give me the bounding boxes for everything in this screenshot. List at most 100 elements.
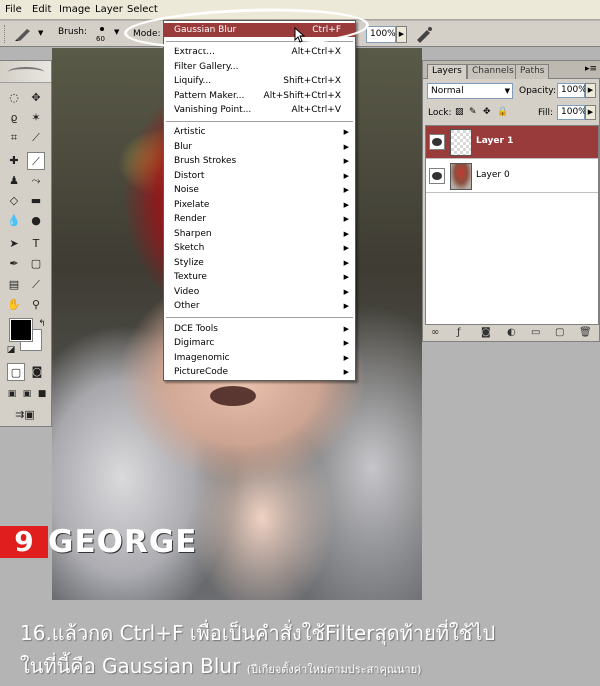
menu-separator bbox=[166, 121, 353, 122]
menu-item-texture[interactable]: Texture ▶ bbox=[164, 270, 355, 284]
menu-item-filter-gallery[interactable]: Filter Gallery... bbox=[164, 60, 355, 74]
blend-mode-dropdown-icon[interactable]: ▼ bbox=[505, 84, 510, 98]
menu-item-pattern-maker[interactable]: Pattern Maker... Alt+Shift+Ctrl+X bbox=[164, 89, 355, 103]
menu-item-noise[interactable]: Noise ▶ bbox=[164, 183, 355, 197]
pen-tool-icon[interactable]: ✒ bbox=[5, 255, 23, 273]
menu-item-imagenomic[interactable]: Imagenomic ▶ bbox=[164, 351, 355, 365]
jump-to-imageready-icon[interactable]: ⇉▣ bbox=[5, 406, 45, 424]
new-group-icon[interactable]: ▭ bbox=[531, 327, 540, 338]
swap-colors-icon[interactable]: ↰ bbox=[33, 315, 51, 333]
layer1-visibility-eye-icon[interactable] bbox=[429, 134, 445, 150]
lock-all-icon[interactable]: 🔒 bbox=[497, 107, 508, 117]
link-layers-icon[interactable]: ∞ bbox=[431, 327, 439, 338]
menu-item-liquify[interactable]: Liquify... Shift+Ctrl+X bbox=[164, 74, 355, 88]
lock-transparency-icon[interactable]: ▨ bbox=[455, 107, 464, 117]
tab-layers[interactable]: Layers bbox=[427, 64, 467, 79]
menu-item-digimarc[interactable]: Digimarc ▶ bbox=[164, 336, 355, 350]
menu-item-shortcut: Shift+Ctrl+X bbox=[283, 76, 341, 86]
menu-item-video[interactable]: Video ▶ bbox=[164, 285, 355, 299]
brush-tool-icon[interactable] bbox=[14, 26, 36, 42]
options-grip[interactable] bbox=[4, 25, 8, 43]
menu-item-other[interactable]: Other ▶ bbox=[164, 299, 355, 313]
brush-size-dropdown-icon[interactable]: ▼ bbox=[114, 28, 119, 36]
airbrush-icon[interactable] bbox=[413, 25, 435, 43]
logo-word: GEORGE bbox=[48, 524, 198, 560]
hand-tool-icon[interactable]: ✋ bbox=[5, 296, 23, 314]
tab-paths[interactable]: Paths bbox=[515, 64, 550, 79]
menu-item-sketch[interactable]: Sketch ▶ bbox=[164, 241, 355, 255]
menu-item-picturecode[interactable]: PictureCode ▶ bbox=[164, 365, 355, 379]
layer1-name[interactable]: Layer 1 bbox=[476, 136, 513, 146]
lock-position-icon[interactable]: ✥ bbox=[483, 107, 491, 117]
delete-layer-icon[interactable]: 🗑 bbox=[579, 327, 592, 338]
flow-spinner-icon[interactable]: ▶ bbox=[396, 26, 407, 43]
menu-layer[interactable]: Layer bbox=[95, 4, 123, 15]
menu-item-sharpen[interactable]: Sharpen ▶ bbox=[164, 227, 355, 241]
path-selection-icon[interactable]: ➤ bbox=[5, 235, 23, 253]
layer-row-layer1[interactable]: Layer 1 bbox=[426, 126, 598, 159]
default-colors-icon[interactable]: ◪ bbox=[2, 341, 20, 359]
notes-tool-icon[interactable]: ▤ bbox=[5, 276, 23, 294]
history-brush-icon[interactable]: ⤳ bbox=[27, 172, 45, 190]
screen-mode-full-icon[interactable]: ■ bbox=[33, 385, 51, 403]
menu-select[interactable]: Select bbox=[127, 4, 158, 15]
brush-tool-button-icon[interactable]: ⟋ bbox=[27, 152, 45, 170]
menu-item-shortcut: Alt+Shift+Ctrl+X bbox=[263, 91, 341, 101]
submenu-arrow-icon: ▶ bbox=[343, 172, 349, 180]
layer-style-icon[interactable]: ƒ bbox=[457, 327, 461, 338]
menu-item-dce-tools[interactable]: DCE Tools ▶ bbox=[164, 322, 355, 336]
blend-mode-select[interactable]: Normal ▼ bbox=[427, 83, 513, 99]
magic-wand-icon[interactable]: ✶ bbox=[27, 109, 45, 127]
crop-tool-icon[interactable]: ⌗ bbox=[5, 129, 23, 147]
lasso-tool-icon[interactable]: ϱ bbox=[5, 109, 23, 127]
healing-brush-icon[interactable]: ✚ bbox=[5, 152, 23, 170]
menu-item-distort[interactable]: Distort ▶ bbox=[164, 169, 355, 183]
eyedropper-icon[interactable]: ⟋ bbox=[27, 276, 45, 294]
opacity-spinner-icon[interactable]: ▶ bbox=[585, 83, 596, 98]
menu-item-vanishing-point[interactable]: Vanishing Point... Alt+Ctrl+V bbox=[164, 103, 355, 117]
layer0-visibility-eye-icon[interactable] bbox=[429, 168, 445, 184]
zoom-tool-icon[interactable]: ⚲ bbox=[27, 296, 45, 314]
menu-item-render[interactable]: Render ▶ bbox=[164, 212, 355, 226]
fill-field[interactable]: 100% bbox=[557, 105, 587, 120]
move-tool-icon[interactable]: ✥ bbox=[27, 89, 45, 107]
toolbox-header[interactable] bbox=[0, 61, 51, 83]
quick-mask-icon[interactable]: ◙ bbox=[28, 363, 46, 381]
menu-item-pixelate[interactable]: Pixelate ▶ bbox=[164, 198, 355, 212]
lock-pixels-icon[interactable]: ✎ bbox=[469, 107, 477, 117]
mouse-cursor-icon bbox=[294, 27, 306, 43]
menu-item-blur[interactable]: Blur ▶ bbox=[164, 140, 355, 154]
menu-edit[interactable]: Edit bbox=[32, 4, 51, 15]
adjustment-layer-icon[interactable]: ◐ bbox=[507, 327, 516, 338]
slice-tool-icon[interactable]: ⟋ bbox=[27, 129, 45, 147]
foreground-color[interactable] bbox=[9, 318, 33, 342]
menu-item-stylize[interactable]: Stylize ▶ bbox=[164, 256, 355, 270]
menu-file[interactable]: File bbox=[5, 4, 22, 15]
brush-size[interactable]: 60 bbox=[96, 35, 105, 43]
standard-mode-icon[interactable]: ▢ bbox=[7, 363, 25, 381]
menu-item-label: Distort bbox=[174, 171, 205, 181]
flow-field[interactable]: 100% bbox=[366, 26, 396, 43]
menu-image[interactable]: Image bbox=[59, 4, 90, 15]
type-tool-icon[interactable]: T bbox=[27, 235, 45, 253]
fill-spinner-icon[interactable]: ▶ bbox=[585, 105, 596, 120]
gradient-tool-icon[interactable]: ▬ bbox=[27, 192, 45, 210]
shape-tool-icon[interactable]: ▢ bbox=[27, 255, 45, 273]
layer-row-layer0[interactable]: Layer 0 bbox=[426, 160, 598, 193]
menu-item-brush-strokes[interactable]: Brush Strokes ▶ bbox=[164, 154, 355, 168]
layer0-name[interactable]: Layer 0 bbox=[476, 170, 510, 180]
menu-item-artistic[interactable]: Artistic ▶ bbox=[164, 125, 355, 139]
opacity-field[interactable]: 100% bbox=[557, 83, 587, 98]
new-layer-icon[interactable]: ▢ bbox=[555, 327, 564, 338]
tab-channels[interactable]: Channels bbox=[467, 64, 519, 79]
eraser-icon[interactable]: ◇ bbox=[5, 192, 23, 210]
add-mask-icon[interactable]: ◙ bbox=[481, 327, 491, 338]
menu-item-label: Render bbox=[174, 214, 207, 224]
dodge-tool-icon[interactable]: ● bbox=[27, 212, 45, 230]
blur-tool-icon[interactable]: 💧 bbox=[5, 212, 23, 230]
marquee-tool-icon[interactable]: ◌ bbox=[5, 89, 23, 107]
clone-stamp-icon[interactable]: ♟ bbox=[5, 172, 23, 190]
brush-tool-dropdown-icon[interactable]: ▼ bbox=[38, 29, 43, 37]
submenu-arrow-icon: ▶ bbox=[343, 325, 349, 333]
panel-menu-icon[interactable]: ▸≡ bbox=[585, 64, 597, 74]
